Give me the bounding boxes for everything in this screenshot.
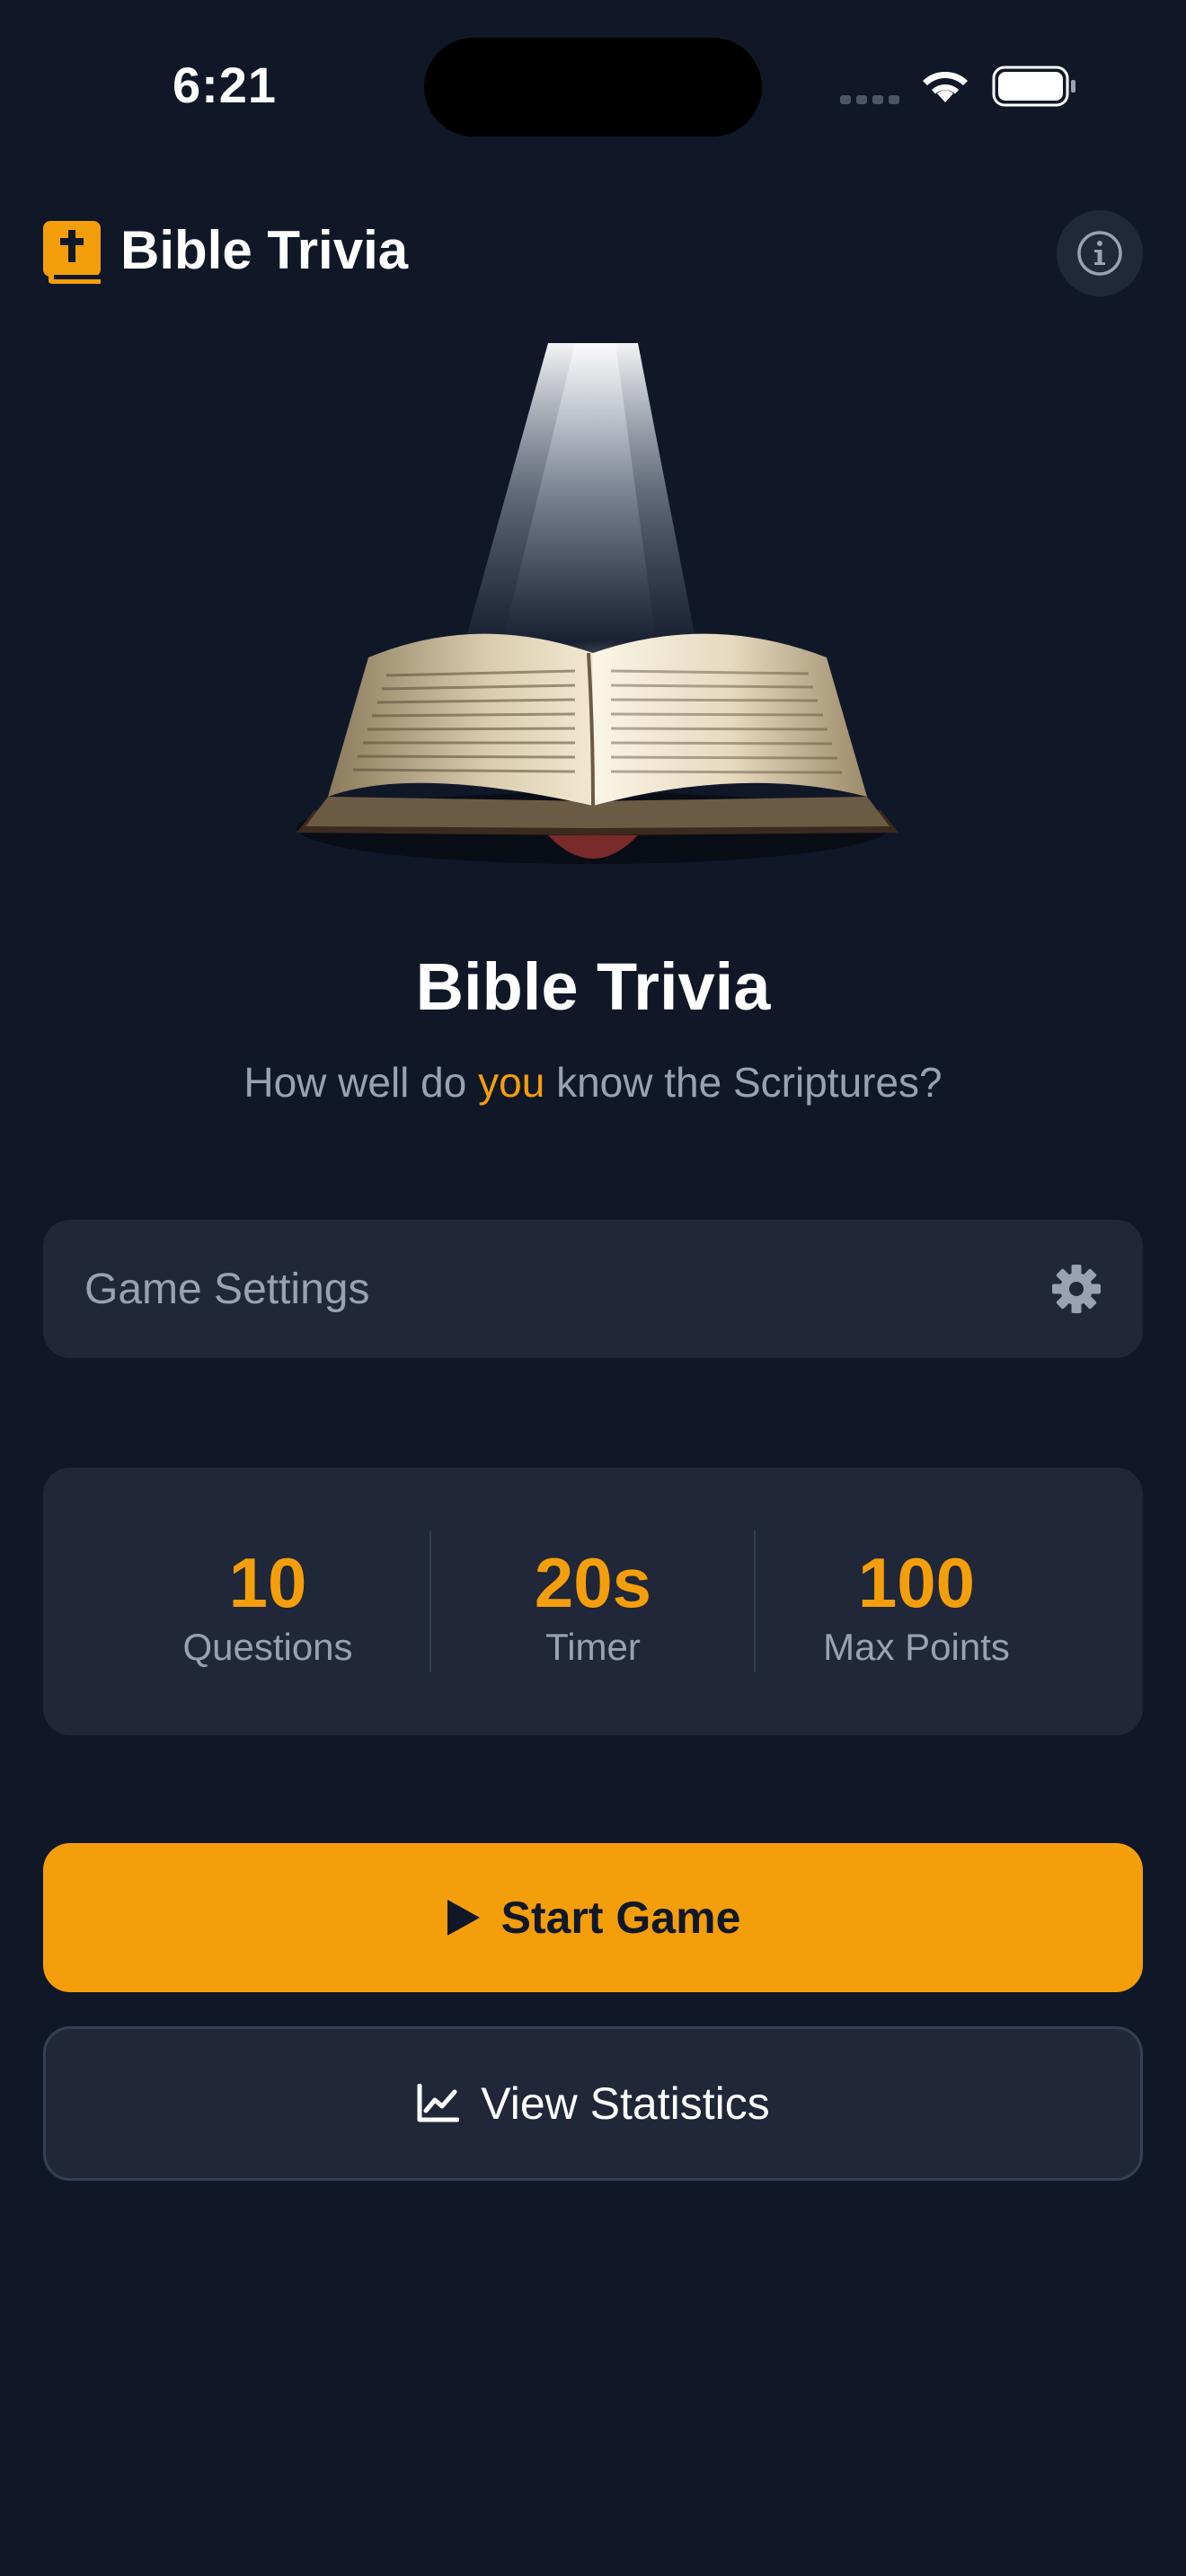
wifi-icon [923,71,968,102]
main-title: Bible Trivia [415,949,771,1024]
stat-label: Questions [182,1626,353,1668]
bible-cross-icon [43,221,101,284]
stat-divider [429,1531,431,1672]
dynamic-island [424,38,762,137]
hero-bible-image [296,343,898,864]
subtitle-start: How well do [243,1059,479,1106]
stat-max-points: 100 Max Points [773,1543,1060,1669]
view-statistics-label: View Statistics [481,2078,770,2129]
line-chart-icon [417,2084,460,2122]
game-settings-button[interactable]: Game Settings [43,1220,1143,1358]
subtitle-end: know the Scriptures? [544,1059,943,1106]
subtitle-highlight: you [478,1059,545,1106]
stat-label: Max Points [823,1626,1010,1668]
stat-label: Timer [545,1626,641,1668]
start-game-button[interactable]: Start Game [43,1843,1143,1992]
stat-value: 20s [534,1543,652,1622]
start-game-label: Start Game [500,1892,741,1943]
stat-divider [754,1531,756,1672]
game-stats-card: 10 Questions 20s Timer 100 Max Points [43,1468,1143,1735]
app-title: Bible Trivia [120,220,409,280]
cellular-signal-icon [840,93,901,106]
view-statistics-button[interactable]: View Statistics [43,2026,1143,2181]
status-time: 6:21 [172,57,278,113]
stat-timer: 20s Timer [449,1543,737,1669]
gear-icon [1052,1265,1101,1313]
info-icon [1077,231,1122,276]
subtitle: How well do you know the Scriptures? [0,1058,1186,1107]
stat-value: 100 [857,1543,976,1622]
stat-value: 10 [228,1543,307,1622]
stat-questions: 10 Questions [124,1543,412,1669]
play-icon [447,1900,480,1936]
info-button[interactable] [1057,210,1143,296]
game-settings-label: Game Settings [84,1265,370,1313]
battery-icon [992,66,1075,107]
